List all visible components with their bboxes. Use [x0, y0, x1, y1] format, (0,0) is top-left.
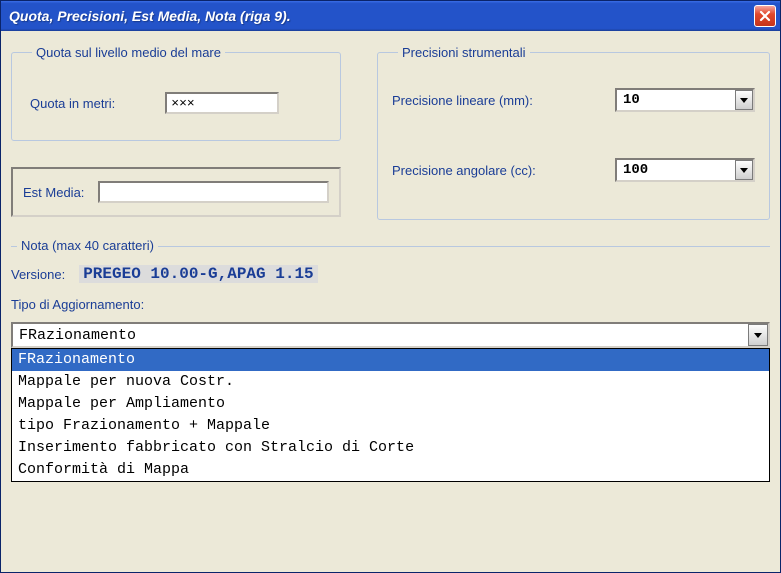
quota-group: Quota sul livello medio del mare Quota i… [11, 45, 341, 141]
precisioni-group: Precisioni strumentali Precisione linear… [377, 45, 770, 220]
precisione-lineare-value: 10 [615, 88, 755, 112]
tipo-aggiornamento-combo[interactable]: FRazionamento FRazionamento Mappale per … [11, 322, 770, 348]
precisione-lineare-row: Precisione lineare (mm): 10 [392, 82, 755, 118]
close-button[interactable] [754, 5, 776, 27]
nota-group: Nota (max 40 caratteri) Versione: PREGEO… [11, 246, 770, 348]
versione-value: PREGEO 10.00-G,APAG 1.15 [79, 265, 317, 283]
top-row: Quota sul livello medio del mare Quota i… [11, 45, 770, 220]
versione-label: Versione: [11, 267, 65, 282]
precisioni-legend: Precisioni strumentali [398, 45, 530, 60]
est-media-label: Est Media: [23, 185, 84, 200]
tipo-aggiornamento-value: FRazionamento [11, 322, 770, 348]
precisione-angolare-select[interactable]: 100 [615, 158, 755, 182]
dropdown-option[interactable]: Mappale per nuova Costr. [12, 371, 769, 393]
dropdown-option[interactable]: Inserimento fabbricato con Stralcio di C… [12, 437, 769, 459]
window-title: Quota, Precisioni, Est Media, Nota (riga… [9, 8, 291, 24]
est-media-input[interactable] [98, 181, 329, 203]
precisione-angolare-row: Precisione angolare (cc): 100 [392, 152, 755, 188]
nota-area: Nota (max 40 caratteri) Versione: PREGEO… [11, 246, 770, 348]
precisione-lineare-select[interactable]: 10 [615, 88, 755, 112]
quota-legend: Quota sul livello medio del mare [32, 45, 225, 60]
dropdown-option[interactable]: Conformità di Mappa [12, 459, 769, 481]
quota-input[interactable] [165, 92, 279, 114]
quota-label: Quota in metri: [30, 96, 115, 111]
tipo-aggiornamento-dropdown: FRazionamento Mappale per nuova Costr. M… [11, 348, 770, 482]
dropdown-option[interactable]: FRazionamento [12, 349, 769, 371]
precisione-lineare-label: Precisione lineare (mm): [392, 93, 533, 108]
dropdown-option[interactable]: tipo Frazionamento + Mappale [12, 415, 769, 437]
precisione-angolare-label: Precisione angolare (cc): [392, 163, 536, 178]
right-column: Precisioni strumentali Precisione linear… [377, 45, 770, 220]
nota-legend: Nota (max 40 caratteri) [17, 238, 158, 253]
dialog-content: Quota sul livello medio del mare Quota i… [1, 31, 780, 358]
tipo-aggiornamento-label: Tipo di Aggiornamento: [11, 297, 770, 312]
dropdown-option[interactable]: Mappale per Ampliamento [12, 393, 769, 415]
est-media-group: Est Media: [11, 167, 341, 217]
versione-row: Versione: PREGEO 10.00-G,APAG 1.15 [11, 265, 770, 283]
left-column: Quota sul livello medio del mare Quota i… [11, 45, 341, 220]
close-icon [759, 10, 771, 22]
precisione-angolare-value: 100 [615, 158, 755, 182]
titlebar: Quota, Precisioni, Est Media, Nota (riga… [1, 1, 780, 31]
quota-row: Quota in metri: [26, 82, 326, 120]
dialog-window: Quota, Precisioni, Est Media, Nota (riga… [0, 0, 781, 573]
